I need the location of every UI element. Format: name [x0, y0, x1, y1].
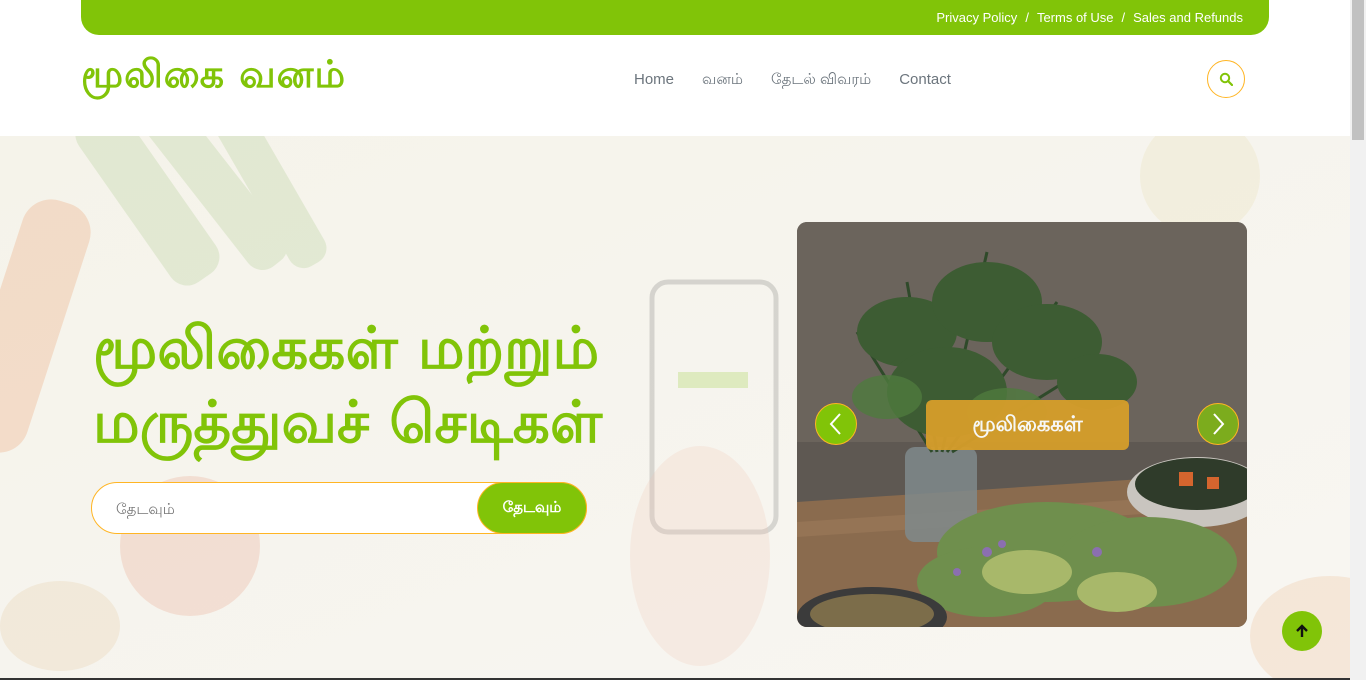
carousel-next-button[interactable]	[1197, 403, 1239, 445]
hero-section: மூலிகைகள் மற்றும் மருத்துவச் செடிகள் தேட…	[0, 136, 1350, 680]
arrow-up-icon	[1296, 624, 1308, 637]
chevron-left-icon	[829, 413, 841, 435]
nav-search-details[interactable]: தேடல் விவரம்	[771, 70, 871, 90]
main-nav: Home வனம் தேடல் விவரம் Contact	[634, 70, 979, 90]
nav-home[interactable]: Home	[634, 70, 674, 90]
hero-title-line-1: மூலிகைகள் மற்றும்	[93, 314, 600, 382]
page-scrollbar[interactable]	[1350, 0, 1366, 680]
hero-search-button[interactable]: தேடவும்	[477, 482, 587, 534]
nav-garden[interactable]: வனம்	[702, 70, 743, 90]
back-to-top-button[interactable]	[1282, 611, 1322, 651]
chevron-right-icon	[1213, 413, 1225, 435]
sales-refunds-link[interactable]: Sales and Refunds	[1133, 10, 1243, 25]
scrollbar-thumb[interactable]	[1352, 0, 1364, 140]
hero-carousel: மூலிகைகள்	[797, 222, 1247, 627]
separator: /	[1025, 10, 1029, 25]
nav-contact[interactable]: Contact	[899, 70, 951, 90]
search-icon	[1219, 72, 1233, 86]
hero-search-form: தேடவும்	[91, 482, 587, 534]
carousel-prev-button[interactable]	[815, 403, 857, 445]
privacy-policy-link[interactable]: Privacy Policy	[936, 10, 1017, 25]
carousel-caption: மூலிகைகள்	[926, 400, 1129, 450]
header-search-button[interactable]	[1207, 60, 1245, 98]
terms-of-use-link[interactable]: Terms of Use	[1037, 10, 1114, 25]
separator: /	[1121, 10, 1126, 25]
hero-title: மூலிகைகள் மற்றும் மருத்துவச் செடிகள்	[93, 311, 773, 459]
top-bar: Privacy Policy / Terms of Use / Sales an…	[81, 0, 1269, 35]
hero-title-line-2: மருத்துவச் செடிகள்	[93, 388, 603, 456]
site-logo[interactable]: மூலிகை வனம்	[81, 52, 346, 102]
hero-search-input[interactable]	[114, 496, 458, 522]
